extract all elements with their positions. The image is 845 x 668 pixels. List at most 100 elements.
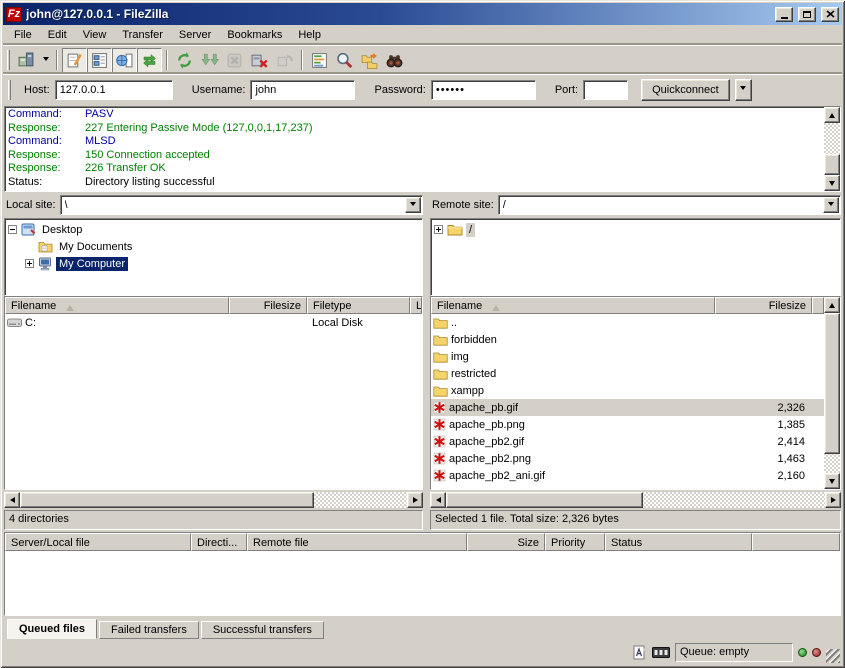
queue-list-body[interactable] — [5, 551, 840, 615]
column-header-filetype[interactable]: Filetype — [307, 297, 410, 314]
expand-icon[interactable] — [434, 225, 445, 234]
remote-horizontal-scrollbar[interactable] — [430, 492, 841, 508]
column-header-direction[interactable]: Directi... — [191, 533, 247, 551]
local-site-dropdown-button[interactable] — [405, 197, 421, 213]
remote-file-row[interactable]: forbidden — [431, 331, 824, 348]
scroll-down-button[interactable] — [824, 473, 840, 489]
remote-file-row[interactable]: apache_pb.png 1,385 — [431, 416, 824, 433]
tab-failed-transfers[interactable]: Failed transfers — [99, 621, 199, 639]
directory-comparison-button[interactable] — [307, 48, 332, 73]
tab-queued-files[interactable]: Queued files — [7, 619, 97, 639]
column-header-status[interactable]: Status — [605, 533, 752, 551]
remote-file-row[interactable]: apache_pb2.gif 2,414 — [431, 433, 824, 450]
pane-splitter[interactable] — [423, 194, 430, 530]
column-header-filename[interactable]: Filename — [431, 297, 715, 314]
file-type: Local Disk — [307, 317, 410, 329]
remote-site-combobox[interactable]: / — [498, 195, 841, 215]
scroll-track[interactable] — [824, 313, 840, 473]
scroll-thumb[interactable] — [20, 492, 314, 508]
tree-item-root[interactable]: / — [434, 221, 840, 238]
speed-limit-icon[interactable] — [652, 647, 670, 658]
column-header-last-modified[interactable]: L — [410, 297, 422, 314]
toolbar-grip[interactable] — [7, 50, 10, 70]
remote-file-row[interactable]: xampp — [431, 382, 824, 399]
column-header-remote-file[interactable]: Remote file — [247, 533, 467, 551]
local-horizontal-scrollbar[interactable] — [4, 492, 423, 508]
tree-item-my-documents[interactable]: My Documents — [8, 238, 422, 255]
site-manager-button[interactable] — [14, 48, 39, 73]
menu-help[interactable]: Help — [290, 26, 329, 44]
scroll-right-button[interactable] — [825, 492, 841, 508]
find-files-button[interactable] — [382, 48, 407, 73]
password-label: Password: — [374, 84, 425, 96]
quickconnect-button[interactable]: Quickconnect — [641, 79, 730, 101]
remote-site-dropdown-button[interactable] — [823, 197, 839, 213]
filezilla-window: Fz john@127.0.0.1 - FileZilla File Edit … — [0, 0, 845, 668]
tree-item-my-computer[interactable]: My Computer — [8, 255, 422, 272]
menu-edit[interactable]: Edit — [40, 26, 75, 44]
minimize-button[interactable] — [775, 7, 793, 22]
toggle-remote-tree-button[interactable] — [112, 48, 137, 73]
remote-vertical-scrollbar[interactable] — [824, 297, 840, 489]
remote-file-row[interactable]: restricted — [431, 365, 824, 382]
disconnect-button[interactable] — [247, 48, 272, 73]
transfer-type-icon[interactable] — [633, 645, 647, 660]
menu-bookmarks[interactable]: Bookmarks — [219, 26, 290, 44]
scroll-track[interactable] — [446, 492, 825, 508]
scroll-up-button[interactable] — [824, 297, 840, 313]
log-scrollbar[interactable] — [824, 107, 840, 191]
close-button[interactable] — [821, 7, 839, 22]
column-header-priority[interactable]: Priority — [545, 533, 605, 551]
host-input[interactable] — [55, 80, 173, 100]
column-header-filesize[interactable]: Filesize — [715, 297, 812, 314]
column-header-server-local-file[interactable]: Server/Local file — [5, 533, 191, 551]
host-label: Host: — [24, 84, 50, 96]
scroll-right-button[interactable] — [407, 492, 423, 508]
port-input[interactable] — [583, 80, 628, 100]
tree-item-desktop[interactable]: Desktop — [8, 221, 422, 238]
expand-icon[interactable] — [25, 259, 36, 268]
process-queue-button[interactable] — [197, 48, 222, 73]
reconnect-button[interactable] — [272, 48, 297, 73]
scroll-left-button[interactable] — [430, 492, 446, 508]
quickconnect-dropdown-button[interactable] — [735, 79, 752, 101]
scroll-track[interactable] — [824, 123, 840, 175]
menu-server[interactable]: Server — [171, 26, 219, 44]
scroll-thumb[interactable] — [824, 313, 840, 454]
tab-successful-transfers[interactable]: Successful transfers — [201, 621, 324, 639]
remote-file-row-selected[interactable]: apache_pb.gif 2,326 — [431, 399, 824, 416]
column-header-size[interactable]: Size — [467, 533, 545, 551]
refresh-button[interactable] — [172, 48, 197, 73]
menu-transfer[interactable]: Transfer — [114, 26, 171, 44]
remote-file-row[interactable]: .. — [431, 314, 824, 331]
scroll-down-button[interactable] — [824, 175, 840, 191]
title-bar[interactable]: Fz john@127.0.0.1 - FileZilla — [3, 3, 842, 25]
username-input[interactable] — [250, 80, 355, 100]
collapse-icon[interactable] — [8, 225, 19, 234]
resize-grip[interactable] — [826, 649, 840, 663]
local-site-combobox[interactable]: \ — [60, 195, 423, 215]
scroll-track[interactable] — [20, 492, 407, 508]
remote-file-row[interactable]: apache_pb2.png 1,463 — [431, 450, 824, 467]
filename-filters-button[interactable] — [332, 48, 357, 73]
synchronized-browsing-button[interactable] — [357, 48, 382, 73]
password-input[interactable] — [431, 80, 536, 100]
remote-file-row[interactable]: img — [431, 348, 824, 365]
toggle-message-log-button[interactable] — [62, 48, 87, 73]
toggle-transfer-queue-button[interactable] — [137, 48, 162, 73]
scroll-thumb[interactable] — [824, 154, 840, 175]
toggle-local-tree-button[interactable] — [87, 48, 112, 73]
maximize-button[interactable] — [798, 7, 816, 22]
column-header-filename[interactable]: Filename — [5, 297, 229, 314]
menu-view[interactable]: View — [75, 26, 115, 44]
remote-file-row[interactable]: apache_pb2_ani.gif 2,160 — [431, 467, 824, 484]
scroll-left-button[interactable] — [4, 492, 20, 508]
site-manager-dropdown-button[interactable] — [39, 48, 52, 73]
scroll-thumb[interactable] — [446, 492, 643, 508]
local-file-row[interactable]: C: Local Disk — [5, 314, 422, 331]
quickconnect-grip[interactable] — [8, 80, 11, 100]
menu-file[interactable]: File — [6, 26, 40, 44]
cancel-operation-button[interactable] — [222, 48, 247, 73]
column-header-filesize[interactable]: Filesize — [229, 297, 307, 314]
scroll-up-button[interactable] — [824, 107, 840, 123]
